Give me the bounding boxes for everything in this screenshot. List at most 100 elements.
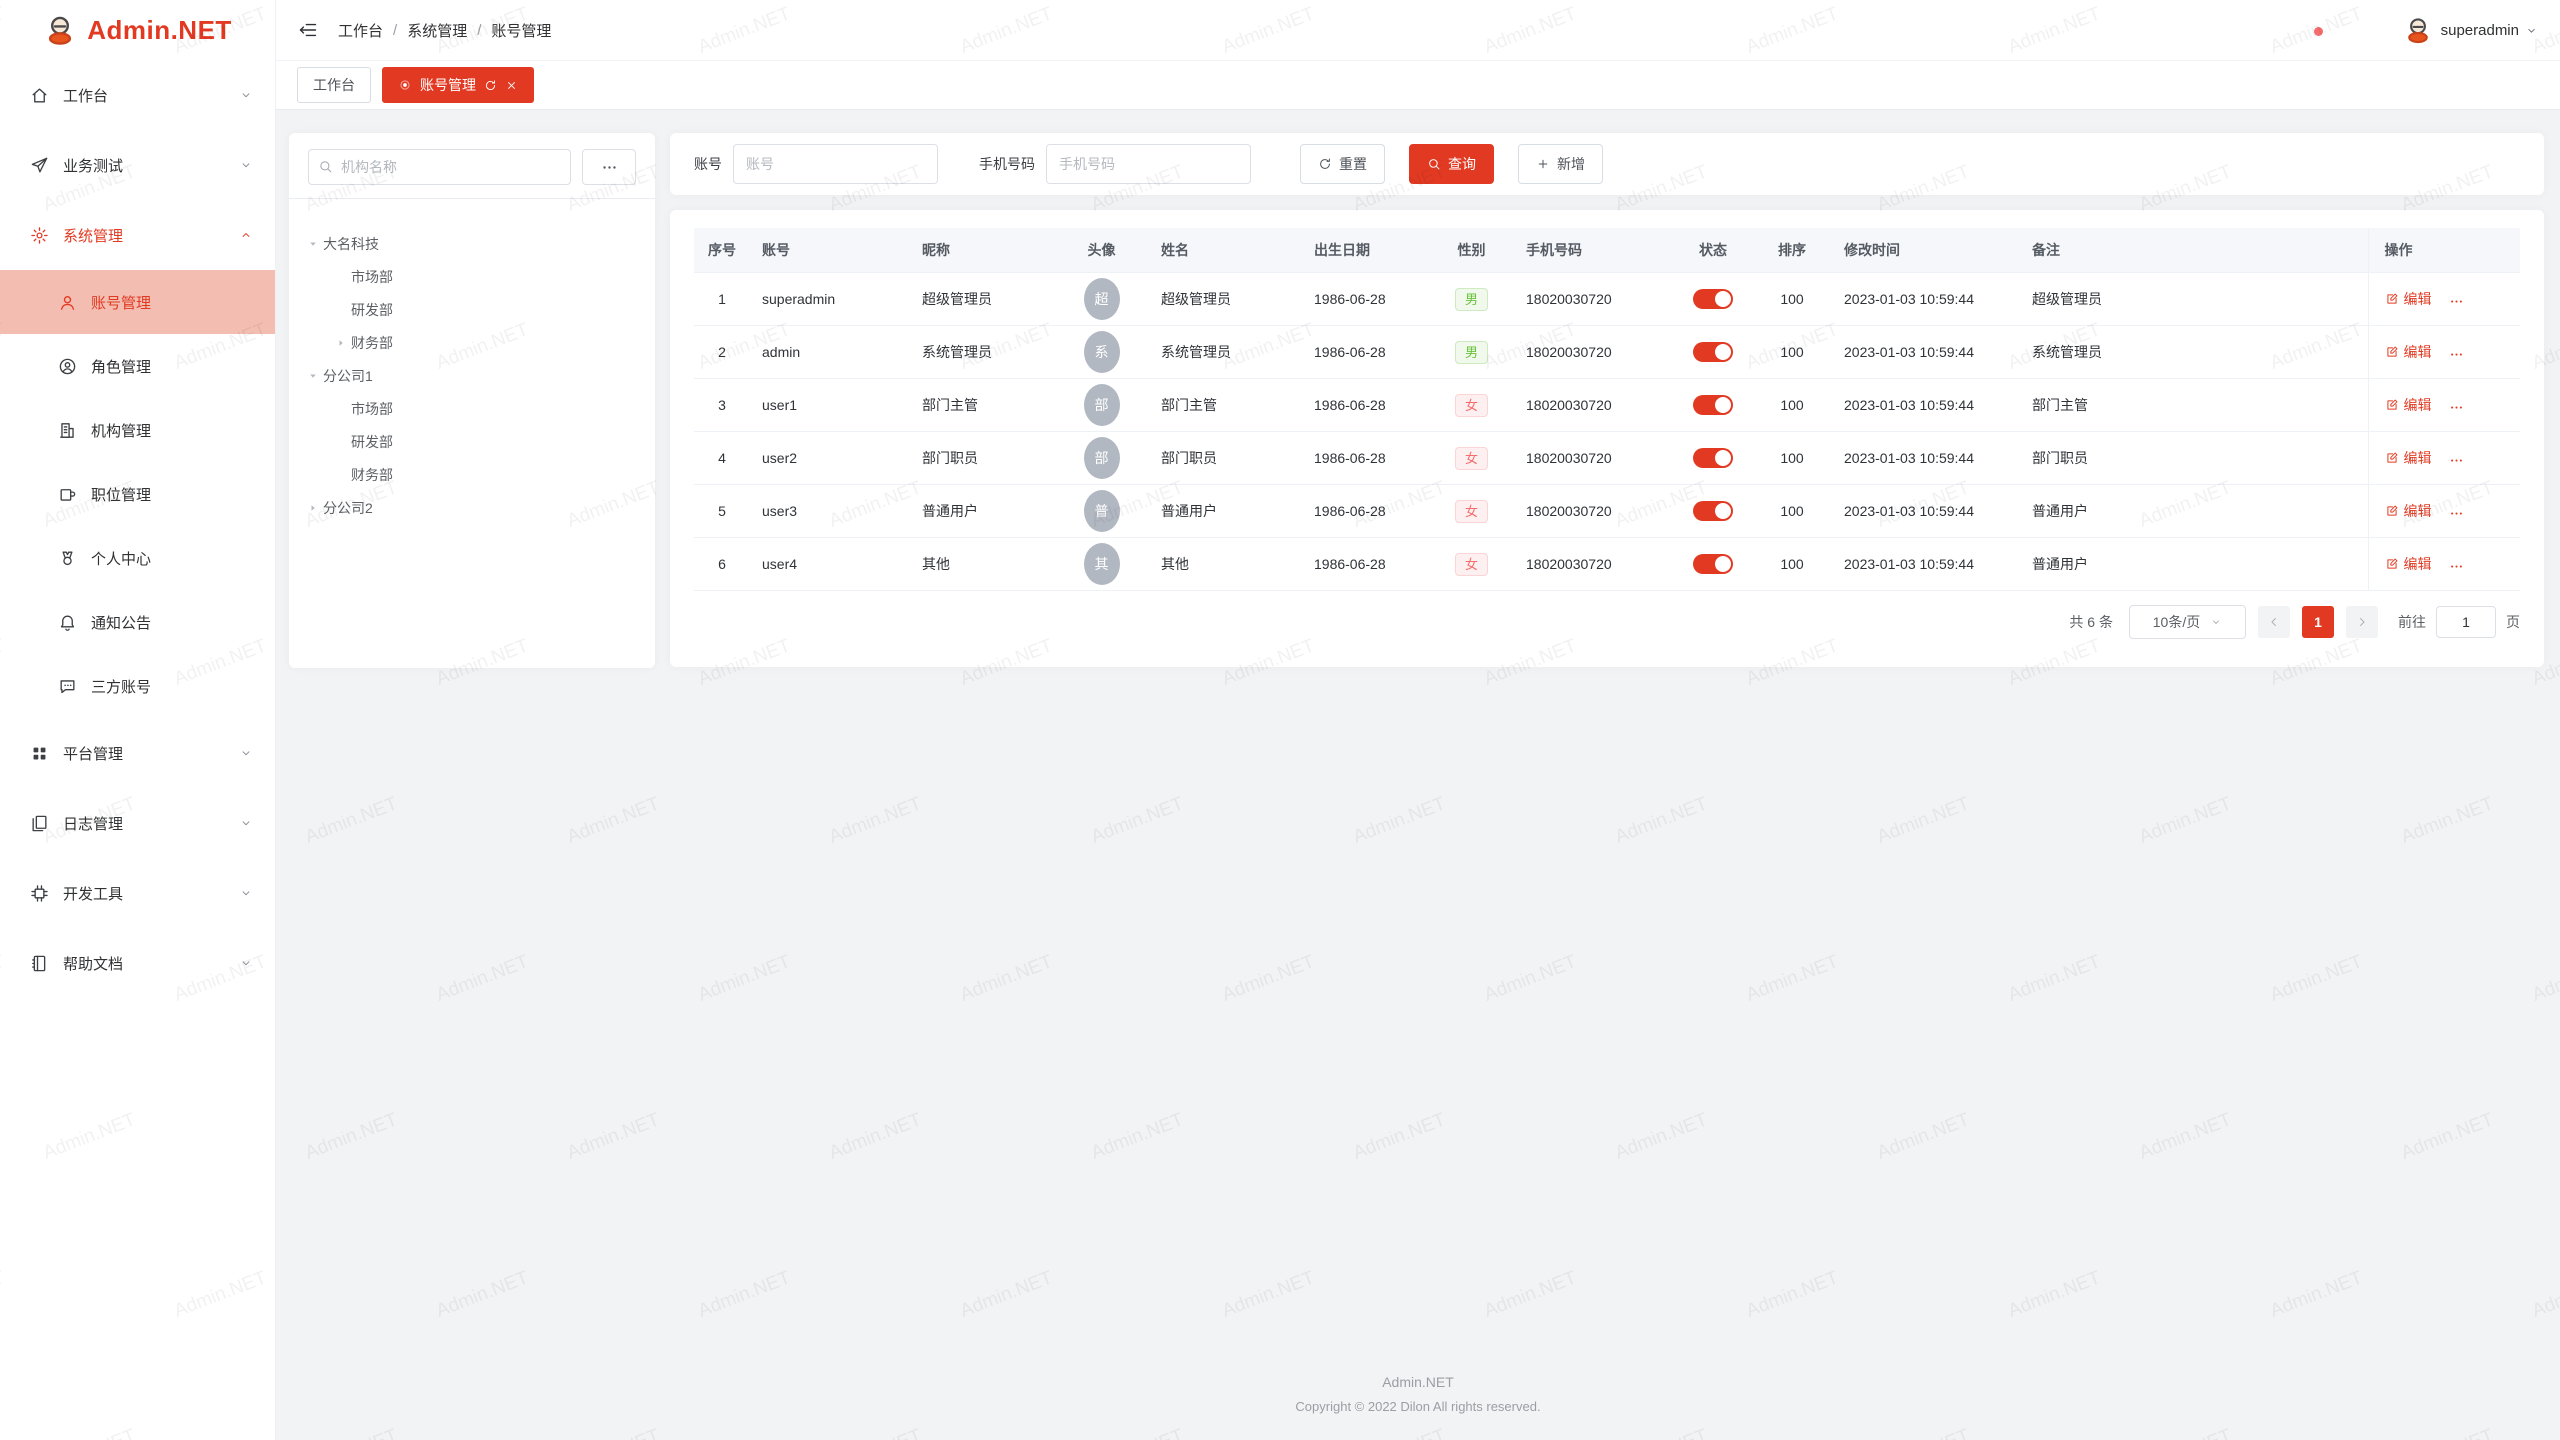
sidebar-item[interactable]: 通知公告: [0, 590, 275, 654]
sidebar-item[interactable]: 个人中心: [0, 526, 275, 590]
cell-remark: 部门主管: [2020, 379, 2368, 432]
chevron-down-icon: [239, 88, 253, 102]
sidebar-item[interactable]: 账号管理: [0, 270, 275, 334]
collapse-menu-icon[interactable]: [298, 20, 318, 40]
breadcrumb-item[interactable]: 系统管理: [407, 20, 467, 41]
chevron-down-icon[interactable]: [2525, 24, 2538, 37]
breadcrumb-item[interactable]: /: [477, 22, 481, 39]
menu-label: 平台管理: [63, 743, 239, 764]
account-input[interactable]: [733, 144, 938, 184]
toggle-knob: [1715, 450, 1731, 466]
sidebar-item[interactable]: 三方账号: [0, 654, 275, 718]
tree-node[interactable]: 研发部: [331, 425, 641, 458]
caret-down-icon[interactable]: [303, 370, 323, 382]
tree-node-label: 财务部: [351, 465, 393, 485]
grid-icon: [30, 744, 49, 763]
more-actions-button[interactable]: [2449, 506, 2464, 521]
close-icon[interactable]: [505, 79, 518, 92]
toggle-knob: [1715, 556, 1731, 572]
edit-button[interactable]: 编辑: [2385, 342, 2432, 362]
edit-button[interactable]: 编辑: [2385, 501, 2432, 521]
sidebar-item[interactable]: 业务测试: [0, 130, 275, 200]
sidebar-item[interactable]: 系统管理: [0, 200, 275, 270]
username[interactable]: superadmin: [2441, 22, 2519, 39]
cell-phone: 18020030720: [1514, 326, 1674, 379]
more-actions-button[interactable]: [2449, 559, 2464, 574]
goto-page-input[interactable]: [2436, 606, 2496, 638]
tree-node[interactable]: 分公司1: [303, 359, 641, 392]
tree-node[interactable]: 财务部: [331, 326, 641, 359]
tree-node[interactable]: 研发部: [331, 293, 641, 326]
edit-label: 编辑: [2404, 448, 2432, 468]
cell-phone: 18020030720: [1514, 432, 1674, 485]
reset-label: 重置: [1339, 154, 1367, 174]
sidebar-item[interactable]: 职位管理: [0, 462, 275, 526]
breadcrumb-item[interactable]: 账号管理: [491, 20, 551, 41]
edit-button[interactable]: 编辑: [2385, 448, 2432, 468]
page-tab[interactable]: 工作台: [297, 67, 371, 103]
add-button[interactable]: 新增: [1518, 144, 1603, 184]
edit-button[interactable]: 编辑: [2385, 289, 2432, 309]
sidebar-item[interactable]: 开发工具: [0, 858, 275, 928]
refresh-icon[interactable]: [484, 79, 497, 92]
page-size-select[interactable]: 10条/页: [2129, 605, 2246, 639]
avatar: 其: [1084, 543, 1120, 585]
edit-button[interactable]: 编辑: [2385, 395, 2432, 415]
user-avatar[interactable]: [2403, 15, 2433, 45]
page-tab[interactable]: 账号管理: [382, 67, 534, 103]
prev-page-button[interactable]: [2258, 606, 2290, 638]
chevron-down-icon: [239, 158, 253, 172]
tree-node[interactable]: 大名科技: [303, 227, 641, 260]
menu-label: 机构管理: [91, 420, 275, 441]
sidebar-item[interactable]: 工作台: [0, 60, 275, 130]
status-toggle[interactable]: [1693, 501, 1733, 521]
status-toggle[interactable]: [1693, 395, 1733, 415]
org-name-input[interactable]: [308, 149, 571, 185]
more-actions-button[interactable]: [2449, 294, 2464, 309]
tree-node[interactable]: 分公司2: [303, 491, 641, 524]
status-toggle[interactable]: [1693, 342, 1733, 362]
role-icon: [58, 357, 77, 376]
plus-icon: [1536, 157, 1550, 171]
status-toggle[interactable]: [1693, 448, 1733, 468]
edit-button[interactable]: 编辑: [2385, 554, 2432, 574]
org-tree-panel: 大名科技 市场部 研发部: [289, 133, 655, 668]
search-button[interactable]: 查询: [1409, 144, 1494, 184]
caret-right-icon[interactable]: [303, 502, 323, 514]
cell-modified-time: 2023-01-03 10:59:44: [1832, 538, 2020, 591]
more-actions-button[interactable]: [2449, 453, 2464, 468]
sidebar-item[interactable]: 日志管理: [0, 788, 275, 858]
current-page[interactable]: 1: [2302, 606, 2334, 638]
breadcrumb-item[interactable]: 工作台: [338, 20, 383, 41]
monk-avatar-icon: [43, 13, 77, 47]
sidebar-item[interactable]: 平台管理: [0, 718, 275, 788]
app-logo[interactable]: Admin.NET: [0, 0, 275, 60]
cell-birthdate: 1986-06-28: [1302, 273, 1429, 326]
avatar: 普: [1084, 490, 1120, 532]
next-page-button[interactable]: [2346, 606, 2378, 638]
sidebar-item[interactable]: 角色管理: [0, 334, 275, 398]
cell-modified-time: 2023-01-03 10:59:44: [1832, 273, 2020, 326]
more-actions-button[interactable]: [2449, 400, 2464, 415]
caret-down-icon[interactable]: [303, 238, 323, 250]
caret-right-icon[interactable]: [331, 337, 351, 349]
content-body: 大名科技 市场部 研发部: [276, 110, 2560, 668]
reset-button[interactable]: 重置: [1300, 144, 1385, 184]
sidebar-item[interactable]: 机构管理: [0, 398, 275, 462]
bell-icon: [58, 613, 77, 632]
org-search: [308, 149, 571, 185]
table-row: 2 admin 系统管理员 系 系统管理员 1986-06-28: [694, 326, 2520, 379]
tree-node[interactable]: 财务部: [331, 458, 641, 491]
menu-label: 开发工具: [63, 883, 239, 904]
tree-node[interactable]: 市场部: [331, 260, 641, 293]
org-more-button[interactable]: [582, 149, 636, 185]
tree-node[interactable]: 市场部: [331, 392, 641, 425]
status-toggle[interactable]: [1693, 289, 1733, 309]
page-unit-label: 页: [2506, 612, 2520, 632]
sidebar-item[interactable]: 帮助文档: [0, 928, 275, 998]
status-toggle[interactable]: [1693, 554, 1733, 574]
breadcrumb-item[interactable]: /: [393, 22, 397, 39]
tree-node-label: 财务部: [351, 333, 393, 353]
more-actions-button[interactable]: [2449, 347, 2464, 362]
phone-input[interactable]: [1046, 144, 1251, 184]
